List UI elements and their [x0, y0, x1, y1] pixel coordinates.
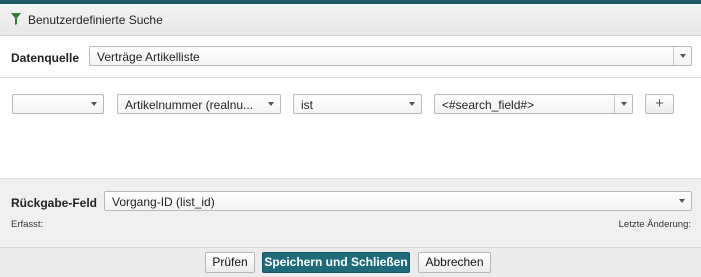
created-label: Erfasst:	[11, 219, 44, 230]
criteria-area: Artikelnummer (realnu... ist <#search_fi…	[0, 78, 701, 179]
value-dropdown-toggle[interactable]	[614, 95, 632, 113]
data-source-dropdown-toggle[interactable]	[673, 47, 691, 65]
return-field-value: Vorgang-ID (list_id)	[112, 195, 215, 209]
dialog-footer: Prüfen Speichern und Schließen Abbrechen	[0, 248, 701, 277]
dialog-title: Benutzerdefinierte Suche	[28, 13, 163, 27]
last-modified-label: Letzte Änderung:	[618, 219, 691, 230]
field-select[interactable]: Artikelnummer (realnu...	[117, 94, 281, 114]
data-source-label: Datenquelle	[11, 51, 80, 65]
field-value: Artikelnummer (realnu...	[125, 98, 254, 112]
chevron-down-icon	[680, 54, 686, 58]
check-button[interactable]: Prüfen	[205, 252, 255, 273]
chevron-down-icon	[621, 102, 627, 106]
dialog-header: Benutzerdefinierte Suche	[0, 4, 701, 36]
chevron-down-icon	[679, 199, 685, 203]
operator-value: ist	[301, 98, 313, 112]
return-field-area: Rückgabe-Feld Vorgang-ID (list_id) Erfas…	[0, 179, 701, 248]
chevron-down-icon	[91, 102, 97, 106]
chevron-down-icon	[409, 102, 415, 106]
value-combobox[interactable]: <#search_field#>	[434, 94, 633, 114]
data-source-select[interactable]: Verträge Artikelliste	[89, 46, 692, 66]
data-source-value: Verträge Artikelliste	[97, 50, 200, 64]
data-source-row: Datenquelle Verträge Artikelliste	[0, 36, 701, 78]
chevron-down-icon	[268, 102, 274, 106]
save-and-close-button[interactable]: Speichern und Schließen	[262, 252, 410, 273]
filter-icon	[11, 13, 21, 25]
return-field-label: Rückgabe-Feld	[11, 196, 98, 210]
value-input[interactable]: <#search_field#>	[442, 98, 534, 112]
add-criterion-button[interactable]: +	[645, 94, 674, 114]
connector-select[interactable]	[12, 94, 104, 114]
cancel-button[interactable]: Abbrechen	[418, 252, 491, 273]
return-field-select[interactable]: Vorgang-ID (list_id)	[104, 191, 692, 211]
operator-select[interactable]: ist	[293, 94, 422, 114]
